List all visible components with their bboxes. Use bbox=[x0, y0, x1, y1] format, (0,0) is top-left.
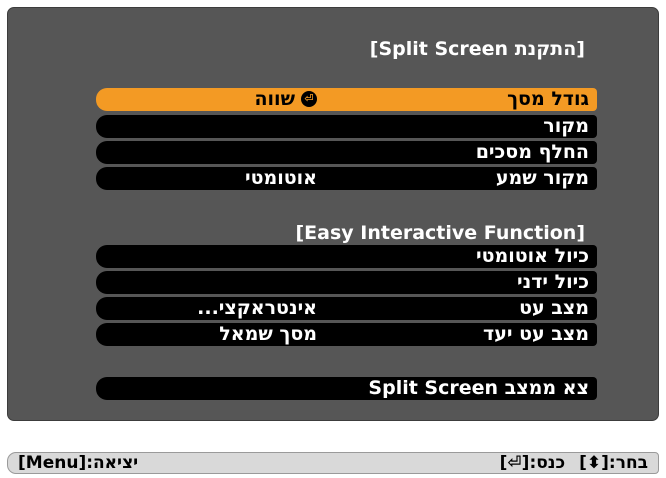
menu-item-pen-target-mode[interactable]: מצב עט יעד מסך שמאל bbox=[96, 323, 597, 346]
menu-item-auto-calibration[interactable]: כיול אוטומטי bbox=[96, 245, 597, 268]
menu-item-value: שווה bbox=[254, 88, 295, 110]
menu-item-manual-calibration[interactable]: כיול ידני bbox=[96, 271, 597, 294]
menu-item-label: החלף מסכים bbox=[475, 141, 589, 163]
menu-item-label: כיול אוטומטי bbox=[475, 245, 589, 267]
footer-right-hints: בחר:[⬍] כנס:[⏎] bbox=[500, 453, 648, 473]
menu-item-label: גודל מסך bbox=[507, 88, 589, 110]
enter-icon: ⏎ bbox=[301, 91, 317, 107]
menu-item-label: מקור bbox=[543, 115, 589, 137]
menu-item-label: מצב עט יעד bbox=[483, 323, 589, 345]
menu-item-audio-source[interactable]: מקור שמע אוטומטי bbox=[96, 167, 597, 190]
menu-item-source[interactable]: מקור bbox=[96, 115, 597, 138]
menu-item-swap-screens[interactable]: החלף מסכים bbox=[96, 141, 597, 164]
footer-select-hint: בחר:[⬍] bbox=[579, 453, 648, 473]
footer-enter-hint: כנס:[⏎] bbox=[499, 453, 566, 473]
menu-item-label: כיול ידני bbox=[517, 271, 589, 293]
menu-item-value: אינטראקצי... bbox=[197, 297, 317, 319]
split-screen-menu-panel: [התקנת Split Screen] גודל מסך ⏎ שווה מקו… bbox=[7, 7, 659, 421]
menu-item-label: מקור שמע bbox=[495, 167, 589, 189]
menu-item-value-wrap: ⏎ שווה bbox=[254, 88, 317, 110]
menu-item-label: מצב עט bbox=[519, 297, 589, 319]
menu-item-pen-mode[interactable]: מצב עט אינטראקצי... bbox=[96, 297, 597, 320]
menu-item-label: צא ממצב Split Screen bbox=[368, 377, 589, 399]
footer-help-bar: יציאה:[Menu] בחר:[⬍] כנס:[⏎] bbox=[7, 452, 659, 474]
menu-item-exit-split-screen[interactable]: צא ממצב Split Screen bbox=[96, 377, 597, 400]
menu-item-value: מסך שמאל bbox=[219, 323, 317, 345]
split-screen-section-title: [התקנת Split Screen] bbox=[369, 38, 585, 60]
easy-interactive-section-title: [Easy Interactive Function] bbox=[295, 222, 585, 244]
footer-exit-hint: יציאה:[Menu] bbox=[18, 453, 139, 473]
menu-item-value: אוטומטי bbox=[244, 167, 317, 189]
menu-item-screen-size[interactable]: גודל מסך ⏎ שווה bbox=[96, 88, 597, 111]
